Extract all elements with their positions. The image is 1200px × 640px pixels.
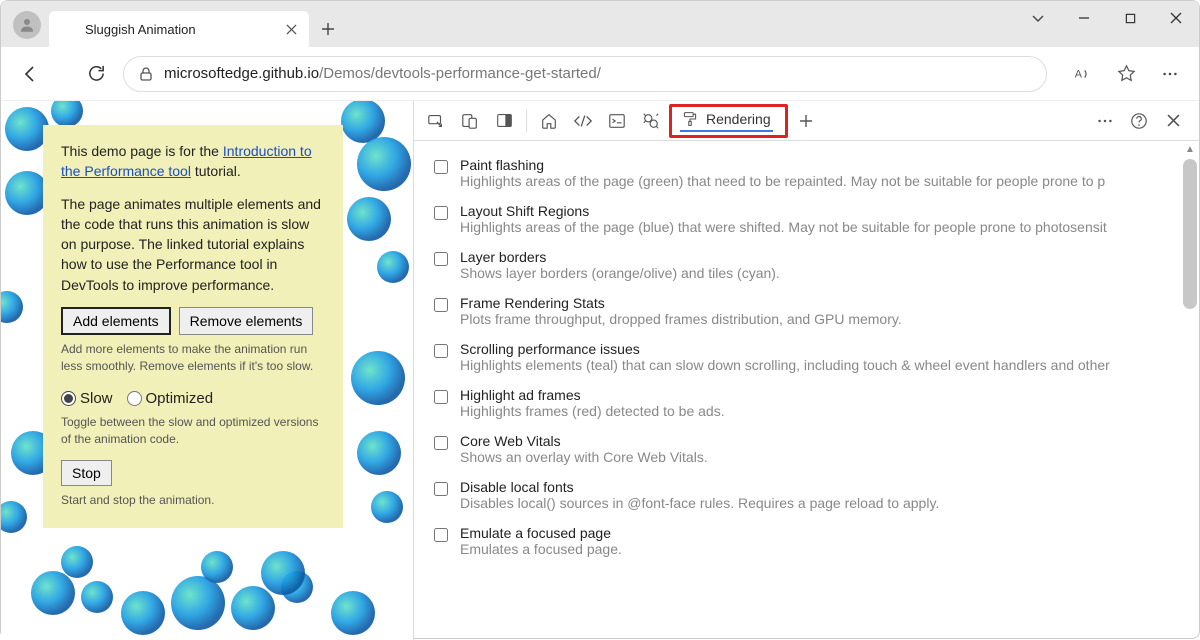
console-tab-button[interactable]: [601, 105, 633, 137]
rendering-option: Highlight ad frames Highlights frames (r…: [434, 381, 1191, 427]
devtools-tabbar: Rendering: [414, 101, 1199, 141]
remove-elements-button[interactable]: Remove elements: [179, 307, 314, 335]
address-bar[interactable]: microsoftedge.github.io/Demos/devtools-p…: [123, 56, 1047, 92]
stop-button[interactable]: Stop: [61, 460, 112, 486]
svg-text:A: A: [1075, 68, 1083, 80]
option-title: Paint flashing: [460, 157, 1191, 173]
read-aloud-button[interactable]: A: [1063, 55, 1101, 93]
option-checkbox[interactable]: [434, 528, 448, 542]
option-checkbox[interactable]: [434, 206, 448, 220]
intro-text: This demo page is for the Introduction t…: [61, 141, 325, 182]
rendering-option: Frame Rendering Stats Plots frame throug…: [434, 289, 1191, 335]
rendering-options-list: Paint flashing Highlights areas of the p…: [414, 141, 1199, 640]
add-hint: Add more elements to make the animation …: [61, 341, 325, 376]
option-title: Scrolling performance issues: [460, 341, 1191, 357]
profile-button[interactable]: [13, 11, 41, 39]
devtools-help-button[interactable]: [1123, 105, 1155, 137]
rendering-tab[interactable]: Rendering: [680, 109, 773, 132]
refresh-button[interactable]: [77, 55, 115, 93]
rendering-tab-label: Rendering: [706, 111, 771, 127]
welcome-tab-button[interactable]: [533, 105, 565, 137]
devtools-menu-button[interactable]: [1089, 105, 1121, 137]
mode-radio-group: Slow Optimized: [61, 388, 325, 410]
window-titlebar: Sluggish Animation: [1, 1, 1199, 47]
option-checkbox[interactable]: [434, 252, 448, 266]
rendering-tab-highlight: Rendering: [669, 104, 788, 138]
page-viewport: This demo page is for the Introduction t…: [1, 101, 413, 640]
elements-tab-button[interactable]: [567, 105, 599, 137]
inspect-element-button[interactable]: [420, 105, 452, 137]
option-desc: Highlights areas of the page (blue) that…: [460, 219, 1191, 235]
description-text: The page animates multiple elements and …: [61, 194, 325, 295]
option-checkbox[interactable]: [434, 436, 448, 450]
option-title: Highlight ad frames: [460, 387, 1191, 403]
dock-side-button[interactable]: [488, 105, 520, 137]
option-desc: Plots frame throughput, dropped frames d…: [460, 311, 1191, 327]
option-desc: Highlights areas of the page (green) tha…: [460, 173, 1191, 189]
option-checkbox[interactable]: [434, 344, 448, 358]
edge-favicon-icon: [61, 21, 77, 37]
rendering-option: Paint flashing Highlights areas of the p…: [434, 151, 1191, 197]
back-button[interactable]: [11, 55, 49, 93]
option-checkbox[interactable]: [434, 390, 448, 404]
rendering-option: Layer borders Shows layer borders (orang…: [434, 243, 1191, 289]
toggle-hint: Toggle between the slow and optimized ve…: [61, 414, 325, 449]
option-desc: Shows layer borders (orange/olive) and t…: [460, 265, 1191, 281]
rendering-option: Scrolling performance issues Highlights …: [434, 335, 1191, 381]
devtools-panel: Rendering Paint flashing Highlights area…: [413, 101, 1199, 640]
option-checkbox[interactable]: [434, 298, 448, 312]
favorite-button[interactable]: [1107, 55, 1145, 93]
tab-title: Sluggish Animation: [85, 22, 275, 37]
more-tabs-button[interactable]: [790, 105, 822, 137]
url-text: microsoftedge.github.io/Demos/devtools-p…: [164, 65, 601, 82]
radio-optimized[interactable]: Optimized: [127, 388, 214, 410]
window-controls: [1015, 1, 1199, 35]
option-title: Core Web Vitals: [460, 433, 1191, 449]
option-title: Emulate a focused page: [460, 525, 1191, 541]
new-tab-button[interactable]: [313, 14, 343, 44]
demo-info-card: This demo page is for the Introduction t…: [43, 125, 343, 528]
devtools-scrollbar[interactable]: ▲: [1181, 141, 1199, 640]
paint-roller-icon: [682, 111, 698, 127]
option-desc: Emulates a focused page.: [460, 541, 1191, 557]
browser-toolbar: microsoftedge.github.io/Demos/devtools-p…: [1, 47, 1199, 101]
option-desc: Disables local() sources in @font-face r…: [460, 495, 1191, 511]
rendering-option: Layout Shift Regions Highlights areas of…: [434, 197, 1191, 243]
option-title: Layer borders: [460, 249, 1191, 265]
option-title: Layout Shift Regions: [460, 203, 1191, 219]
option-title: Disable local fonts: [460, 479, 1191, 495]
tab-actions-button[interactable]: [1015, 1, 1061, 35]
browser-menu-button[interactable]: [1151, 55, 1189, 93]
option-title: Frame Rendering Stats: [460, 295, 1191, 311]
main-content: This demo page is for the Introduction t…: [1, 101, 1199, 640]
add-elements-button[interactable]: Add elements: [61, 307, 171, 335]
stop-hint: Start and stop the animation.: [61, 492, 325, 509]
rendering-option: Core Web Vitals Shows an overlay with Co…: [434, 427, 1191, 473]
rendering-option: Disable local fonts Disables local() sou…: [434, 473, 1191, 519]
option-desc: Shows an overlay with Core Web Vitals.: [460, 449, 1191, 465]
close-window-button[interactable]: [1153, 1, 1199, 35]
minimize-button[interactable]: [1061, 1, 1107, 35]
radio-slow[interactable]: Slow: [61, 388, 113, 410]
browser-tab[interactable]: Sluggish Animation: [49, 11, 309, 47]
site-info-button[interactable]: [138, 66, 154, 82]
sources-tab-button[interactable]: [635, 105, 667, 137]
option-checkbox[interactable]: [434, 482, 448, 496]
option-checkbox[interactable]: [434, 160, 448, 174]
option-desc: Highlights elements (teal) that can slow…: [460, 357, 1191, 373]
rendering-option: Emulate a focused page Emulates a focuse…: [434, 519, 1191, 565]
devtools-close-button[interactable]: [1157, 105, 1189, 137]
tab-close-button[interactable]: [283, 21, 299, 37]
device-toggle-button[interactable]: [454, 105, 486, 137]
option-desc: Highlights frames (red) detected to be a…: [460, 403, 1191, 419]
maximize-button[interactable]: [1107, 1, 1153, 35]
